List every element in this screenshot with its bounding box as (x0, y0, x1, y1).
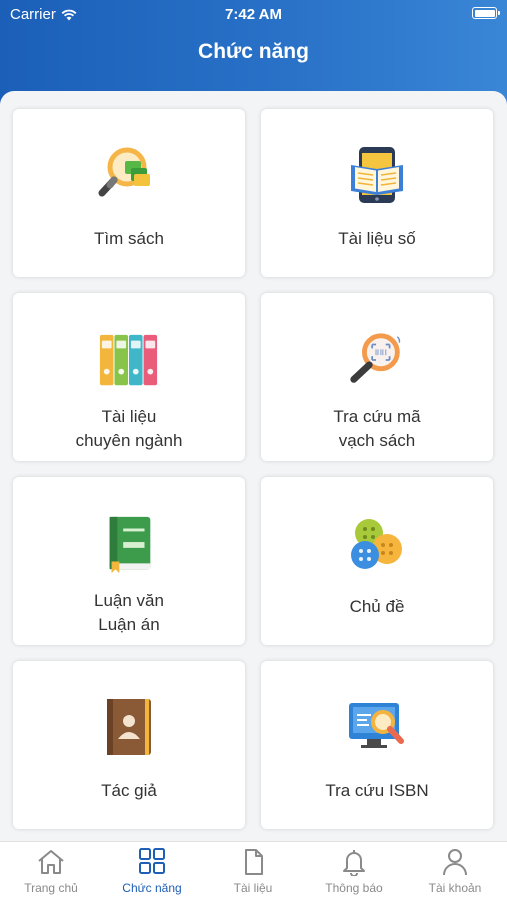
tab-chuc-nang[interactable]: Chức năng (102, 848, 202, 895)
card-label: Luận văn Luận án (94, 591, 164, 634)
user-icon (443, 849, 467, 876)
bell-icon (343, 850, 365, 876)
card-label: Chủ đề (349, 597, 405, 616)
thesis-book-icon (109, 516, 151, 574)
tab-thong-bao[interactable]: Thông báo (304, 848, 404, 895)
card-tim-sach[interactable]: Tìm sách (13, 109, 245, 277)
card-label: Tra cứu ISBN (325, 781, 429, 800)
document-icon (245, 849, 263, 875)
grid-icon (139, 848, 165, 874)
bottom-tab-bar: Trang chủ Chức năng Tài liệu Thông báo T… (0, 841, 507, 901)
card-chu-de[interactable]: Chủ đề (261, 477, 493, 645)
author-book-icon (107, 699, 151, 755)
card-tac-gia[interactable]: Tác giả (13, 661, 245, 829)
card-luan-van[interactable]: Luận văn Luận án (13, 477, 245, 645)
card-tra-cuu-ma-vach[interactable]: Tra cứu mã vạch sách (261, 293, 493, 461)
home-icon (38, 850, 64, 874)
tab-tai-lieu[interactable]: Tài liệu (203, 848, 303, 895)
tab-tai-khoan[interactable]: Tài khoản (405, 848, 505, 895)
barcode-search-icon (350, 333, 401, 383)
page-title: Chức năng (198, 40, 309, 63)
search-books-icon (98, 147, 150, 197)
battery-icon (472, 7, 500, 19)
card-tai-lieu-chuyen-nganh[interactable]: Tài liệu chuyên ngành (13, 293, 245, 461)
card-label: Tài liệu số (338, 229, 416, 248)
feature-grid: Tìm sách Tài liệu số Tài liệu chuyên ngà… (0, 91, 507, 841)
topics-buttons-icon (351, 519, 402, 569)
status-time: 7:42 AM (225, 6, 282, 23)
card-label: Tìm sách (94, 229, 164, 248)
tab-trang-chu[interactable]: Trang chủ (1, 848, 101, 895)
card-label: Tra cứu mã vạch sách (333, 407, 421, 450)
binders-icon (99, 334, 158, 386)
card-label: Tác giả (101, 781, 157, 800)
card-tai-lieu-so[interactable]: Tài liệu số (261, 109, 493, 277)
card-tra-cuu-isbn[interactable]: Tra cứu ISBN (261, 661, 493, 829)
status-bar: Carrier 7:42 AM (0, 0, 507, 28)
ebook-icon (351, 147, 403, 203)
card-label: Tài liệu chuyên ngành (75, 407, 183, 450)
isbn-search-icon (349, 703, 404, 748)
